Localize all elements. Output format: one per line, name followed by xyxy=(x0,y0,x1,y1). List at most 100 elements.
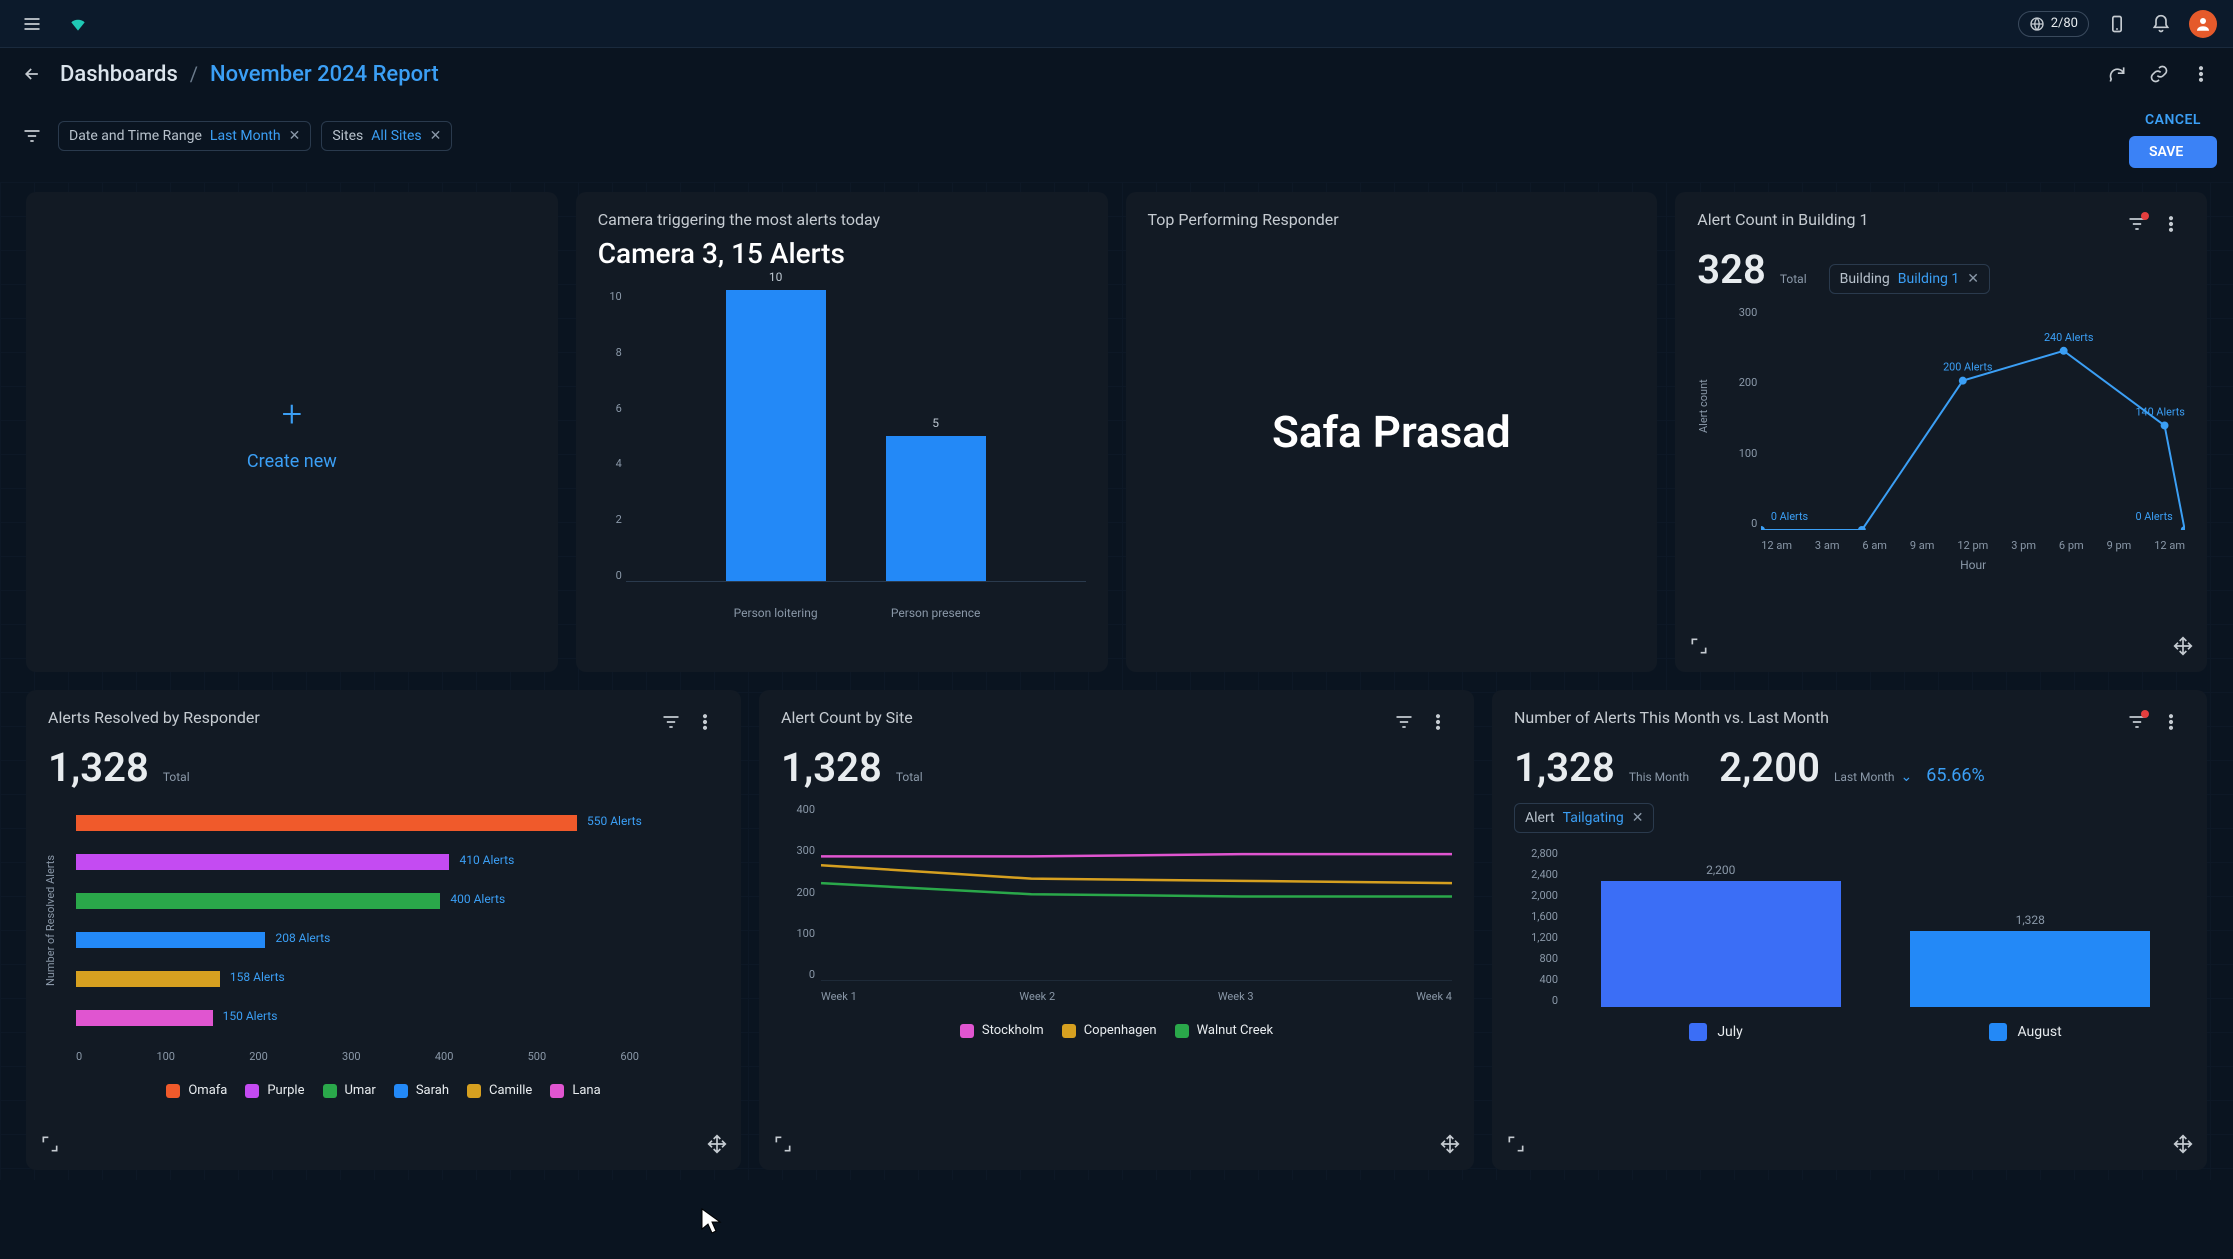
y-tick: 300 xyxy=(781,844,815,857)
cancel-button[interactable]: CANCEL xyxy=(2129,104,2217,136)
wifi-icon[interactable] xyxy=(62,8,94,40)
card-filter-icon[interactable] xyxy=(657,708,685,736)
x-tick: Week 1 xyxy=(821,990,857,1003)
y-tick: 400 xyxy=(1514,973,1558,986)
hbar: 410 Alerts xyxy=(76,854,449,870)
card-more-icon[interactable] xyxy=(691,708,719,736)
breadcrumb-root[interactable]: Dashboards xyxy=(60,62,178,87)
hbar: 158 Alerts xyxy=(76,971,220,987)
site-total: 1,328 xyxy=(781,744,882,791)
legend-item[interactable]: Copenhagen xyxy=(1062,1023,1157,1038)
x-tick: 600 xyxy=(620,1050,639,1063)
top-responder-card: Top Performing Responder Safa Prasad xyxy=(1126,192,1658,672)
y-tick: 100 xyxy=(781,927,815,940)
y-tick: 1,200 xyxy=(1514,931,1558,944)
card-filter-active-icon[interactable] xyxy=(2123,708,2151,736)
filter-date-remove-icon[interactable]: ✕ xyxy=(289,128,301,144)
back-icon[interactable] xyxy=(16,58,48,90)
x-tick: Week 3 xyxy=(1218,990,1254,1003)
resolved-total: 1,328 xyxy=(48,744,149,791)
link-icon[interactable] xyxy=(2143,58,2175,90)
x-tick: Week 4 xyxy=(1416,990,1452,1003)
legend-item[interactable]: Camille xyxy=(467,1083,532,1098)
menu-icon[interactable] xyxy=(16,8,48,40)
breadcrumb-current: November 2024 Report xyxy=(210,62,439,87)
y-axis-label: Alert count xyxy=(1697,306,1710,506)
filter-date-value: Last Month xyxy=(210,128,281,144)
building-chip[interactable]: Building Building 1 ✕ xyxy=(1829,264,1990,294)
y-tick: 800 xyxy=(1514,952,1558,965)
card-more-icon[interactable] xyxy=(1424,708,1452,736)
camera-card-headline: Camera 3, 15 Alerts xyxy=(598,237,1086,270)
expand-icon[interactable] xyxy=(40,1134,60,1158)
site-alert-card: Alert Count by Site 1,328 Total 40030020… xyxy=(759,690,1474,1170)
move-icon[interactable] xyxy=(2173,636,2193,660)
x-tick: 0 xyxy=(76,1050,82,1063)
filter-chip-site[interactable]: Sites All Sites ✕ xyxy=(321,121,452,151)
card-filter-active-icon[interactable] xyxy=(2123,210,2151,238)
svg-text:240 Alerts: 240 Alerts xyxy=(2044,331,2094,344)
legend-item[interactable]: Stockholm xyxy=(960,1023,1044,1038)
building-total-label: Total xyxy=(1780,272,1807,286)
legend-item[interactable]: Umar xyxy=(323,1083,376,1098)
card-more-icon[interactable] xyxy=(2157,708,2185,736)
save-button[interactable]: SAVE xyxy=(2129,136,2217,168)
y-tick: 0 xyxy=(781,968,815,981)
create-new-card[interactable]: + Create new xyxy=(26,192,558,672)
y-tick: 100 xyxy=(1717,447,1757,460)
svg-text:140 Alerts: 140 Alerts xyxy=(2136,405,2185,418)
responder-card-title: Top Performing Responder xyxy=(1148,210,1636,229)
last-month-label: Last Month xyxy=(1834,770,1895,784)
mouse-cursor-icon xyxy=(700,1207,722,1235)
legend-item[interactable]: Sarah xyxy=(394,1083,449,1098)
y-tick: 200 xyxy=(781,886,815,899)
hbar: 400 Alerts xyxy=(76,893,440,909)
x-tick: 12 am xyxy=(1761,539,1792,552)
y-tick: 400 xyxy=(781,803,815,816)
move-icon[interactable] xyxy=(1440,1134,1460,1158)
x-tick: 12 pm xyxy=(1957,539,1988,552)
expand-icon[interactable] xyxy=(773,1134,793,1158)
resolved-card-title: Alerts Resolved by Responder xyxy=(48,708,260,727)
compare-card-title: Number of Alerts This Month vs. Last Mon… xyxy=(1514,708,1829,727)
create-new-label: Create new xyxy=(247,451,337,472)
device-icon[interactable] xyxy=(2101,8,2133,40)
card-more-icon[interactable] xyxy=(2157,210,2185,238)
x-tick: 100 xyxy=(156,1050,175,1063)
chip-value: Tailgating xyxy=(1563,810,1624,826)
hbar: 550 Alerts xyxy=(76,815,577,831)
bell-icon[interactable] xyxy=(2145,8,2177,40)
card-filter-icon[interactable] xyxy=(1390,708,1418,736)
expand-icon[interactable] xyxy=(1506,1134,1526,1158)
resolved-hbar-chart: Number of Resolved Alerts 550 Alerts410 … xyxy=(48,803,719,1063)
breadcrumb-row: Dashboards / November 2024 Report xyxy=(0,48,2233,100)
y-tick: 0 xyxy=(1514,994,1558,1007)
site-counter-pill[interactable]: 2/80 xyxy=(2018,11,2089,37)
camera-bar-chart: 10 8 6 4 2 0 105 Person loitering Person… xyxy=(598,290,1086,620)
chip-remove-icon[interactable]: ✕ xyxy=(1967,271,1979,287)
filter-chip-date[interactable]: Date and Time Range Last Month ✕ xyxy=(58,121,311,151)
refresh-icon[interactable] xyxy=(2101,58,2133,90)
more-icon[interactable] xyxy=(2185,58,2217,90)
x-tick: 9 pm xyxy=(2107,539,2132,552)
move-icon[interactable] xyxy=(707,1134,727,1158)
filter-icon[interactable] xyxy=(16,120,48,152)
y-tick: 300 xyxy=(1717,306,1757,319)
filter-site-remove-icon[interactable]: ✕ xyxy=(430,128,442,144)
legend-item[interactable]: Purple xyxy=(245,1083,304,1098)
avatar[interactable] xyxy=(2189,10,2217,38)
legend-item[interactable]: Walnut Creek xyxy=(1175,1023,1274,1038)
expand-icon[interactable] xyxy=(1689,636,1709,660)
svg-text:0 Alerts: 0 Alerts xyxy=(1771,510,1809,523)
this-month-label: This Month xyxy=(1629,770,1689,784)
legend-item[interactable]: Lana xyxy=(550,1083,600,1098)
chevron-down-icon: ⌄ xyxy=(1901,769,1913,785)
legend-item[interactable]: Omafa xyxy=(166,1083,227,1098)
move-icon[interactable] xyxy=(2173,1134,2193,1158)
compare-chip[interactable]: Alert Tailgating ✕ xyxy=(1514,803,1654,833)
bar: 10 xyxy=(726,290,826,581)
legend-item[interactable]: July xyxy=(1689,1023,1742,1041)
legend-item[interactable]: August xyxy=(1989,1023,2061,1041)
x-tick: 300 xyxy=(342,1050,361,1063)
chip-remove-icon[interactable]: ✕ xyxy=(1632,810,1644,826)
